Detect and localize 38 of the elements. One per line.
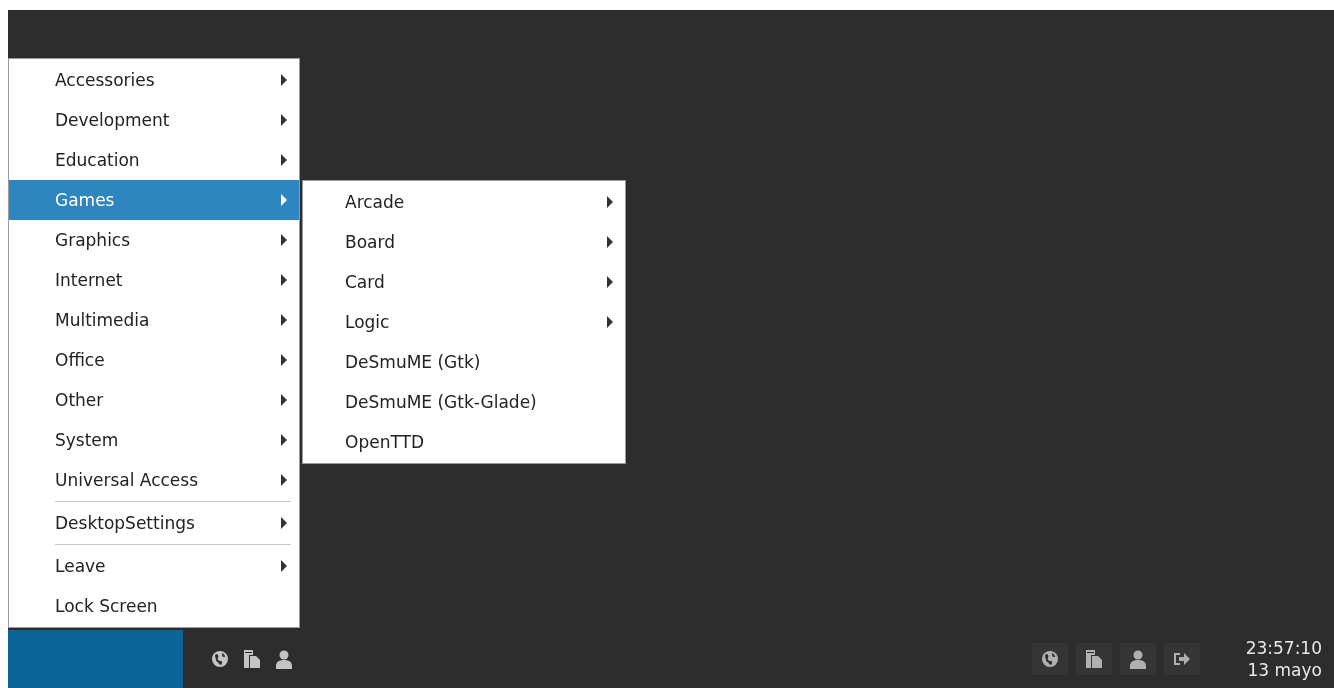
tray-button[interactable] [1075,643,1112,675]
menu-item[interactable]: Graphics [9,220,299,260]
tray-button[interactable] [1163,643,1200,675]
menu-item[interactable]: Logic [303,302,625,342]
launcher-button[interactable] [243,649,261,669]
menu-item[interactable]: DeSmuME (Gtk-Glade) [303,382,625,422]
clock-date: 13 mayo [1247,659,1322,681]
menu-item[interactable]: OpenTTD [303,422,625,462]
menu-item[interactable]: Lock Screen [9,586,299,626]
menu-item[interactable]: Office [9,340,299,380]
menu-item[interactable]: DesktopSettings [9,503,299,543]
tray-button[interactable] [1031,643,1068,675]
menu-item[interactable]: Arcade [303,182,625,222]
menu-item[interactable]: DeSmuME (Gtk) [303,342,625,382]
menu-item[interactable]: System [9,420,299,460]
menu-item[interactable]: Multimedia [9,300,299,340]
logout-icon [1172,651,1191,667]
tray-button[interactable] [1119,643,1156,675]
menu-item[interactable]: Card [303,262,625,302]
menu-item[interactable]: Leave [9,546,299,586]
menu-item[interactable]: Internet [9,260,299,300]
menu-item[interactable]: Other [9,380,299,420]
start-button[interactable] [8,630,183,688]
documents-icon [1084,649,1103,669]
user-icon [275,649,293,669]
launcher-button[interactable] [275,649,293,669]
menu-item[interactable]: Development [9,100,299,140]
menu-item[interactable]: Accessories [9,60,299,100]
globe-icon [211,650,229,668]
menu-item[interactable]: Education [9,140,299,180]
menu-item[interactable]: Universal Access [9,460,299,500]
menu-item[interactable]: Games [9,180,299,220]
launcher-button[interactable] [211,650,229,668]
globe-icon [1040,650,1059,668]
documents-icon [243,649,261,669]
clock-time: 23:57:10 [1245,637,1322,659]
menu-item[interactable]: Board [303,222,625,262]
user-icon [1128,649,1147,669]
